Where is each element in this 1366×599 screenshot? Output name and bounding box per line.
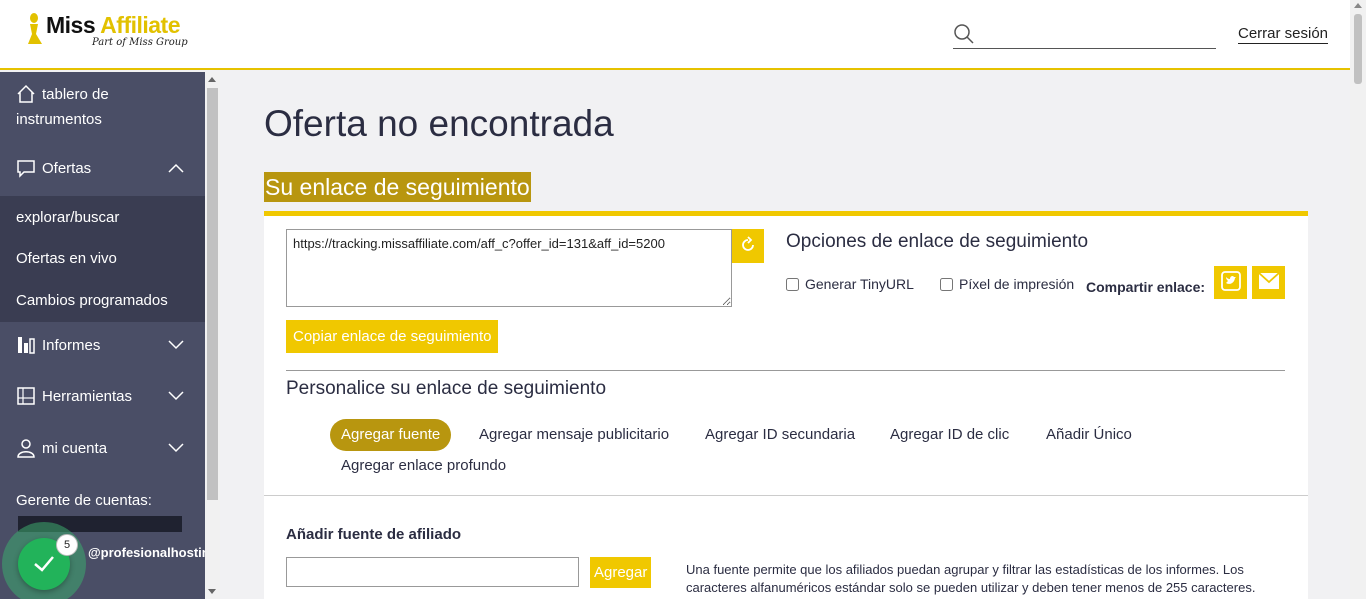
sidebar-item-label: mi cuenta (42, 440, 108, 457)
tab-add-deep-link[interactable]: Agregar enlace profundo (341, 450, 506, 482)
sidebar-item-offers[interactable]: Ofertas (0, 158, 205, 182)
customize-link-title: Personalice su enlace de seguimiento (286, 378, 607, 399)
copy-tracking-link-button[interactable]: Copiar enlace de seguimiento (286, 320, 499, 353)
account-manager-label: Gerente de cuentas: (16, 492, 152, 509)
scroll-down-arrow-icon[interactable] (208, 589, 216, 594)
page-scrollbar[interactable] (1350, 0, 1366, 599)
envelope-icon (1257, 272, 1280, 289)
chevron-down-icon (168, 443, 184, 453)
checkmark-icon (34, 556, 54, 572)
share-twitter-button[interactable] (1214, 266, 1247, 299)
top-header: Miss Affiliate Part of Miss Group Cerrar… (0, 0, 1350, 70)
page-scroll-thumb[interactable] (1354, 14, 1362, 84)
affiliate-source-label: Añadir fuente de afiliado (286, 526, 462, 543)
scroll-up-arrow-icon[interactable] (208, 77, 216, 82)
scroll-up-arrow-icon[interactable] (1354, 3, 1362, 8)
sidebar-item-label: tablero de (42, 86, 109, 103)
refresh-icon (742, 235, 754, 251)
impression-pixel-option[interactable]: Píxel de impresión (940, 276, 1074, 292)
affiliate-source-input[interactable] (286, 557, 579, 587)
tab-add-ad-message[interactable]: Agregar mensaje publicitario (479, 419, 669, 451)
bar-chart-icon (18, 337, 35, 354)
tinyurl-option[interactable]: Generar TinyURL (786, 276, 914, 292)
impression-pixel-label: Píxel de impresión (959, 276, 1075, 292)
sidebar-item-label: Ofertas (42, 160, 92, 177)
chevron-down-icon (168, 391, 184, 401)
notification-count-badge: 5 (56, 534, 78, 556)
tab-add-click-id[interactable]: Agregar ID de clic (890, 419, 1009, 451)
sidebar-subitem-explore[interactable]: explorar/buscar (16, 209, 119, 226)
sidebar-subitem-live-offers[interactable]: Ofertas en vivo (16, 250, 117, 267)
add-source-button[interactable]: Agregar (590, 557, 652, 588)
tracking-link-card: https://tracking.missaffiliate.com/aff_c… (264, 211, 1308, 599)
tab-add-secondary-id[interactable]: Agregar ID secundaria (705, 419, 855, 451)
link-options-title: Opciones de enlace de seguimiento (786, 231, 1089, 252)
home-icon (17, 84, 35, 103)
options-divider (286, 370, 1285, 371)
sidebar-item-dashboard[interactable]: tablero de instrumentos (0, 84, 205, 132)
sidebar-item-reports[interactable]: Informes (0, 335, 205, 359)
notification-widget[interactable]: 5 (2, 522, 86, 599)
sidebar-item-label: Herramientas (42, 388, 133, 405)
sidebar-item-label: instrumentos (16, 111, 102, 128)
share-link-label: Compartir enlace: (1086, 279, 1206, 295)
page-title: Oferta no encontrada (264, 103, 614, 144)
tinyurl-label: Generar TinyURL (805, 276, 914, 292)
logo-wordmark: Miss Affiliate (46, 12, 181, 38)
logo-figure-icon (28, 13, 42, 44)
sidebar-subitem-scheduled-changes[interactable]: Cambios programados (16, 292, 168, 309)
impression-pixel-checkbox[interactable] (940, 277, 953, 291)
tinyurl-checkbox[interactable] (786, 277, 799, 291)
twitter-icon (1220, 271, 1241, 291)
tab-add-unique[interactable]: Añadir Único (1046, 419, 1132, 451)
refresh-link-button[interactable] (732, 229, 764, 263)
account-manager-email[interactable]: @profesionalhostin (88, 545, 205, 560)
chat-bubble-icon (17, 160, 35, 178)
sidebar-scrollbar[interactable] (205, 72, 220, 599)
sidebar: tablero de instrumentos Ofertas explorar… (0, 72, 205, 599)
sidebar-item-tools[interactable]: Herramientas (0, 386, 205, 410)
sidebar-item-account[interactable]: mi cuenta (0, 438, 205, 462)
offers-submenu: explorar/buscar Ofertas en vivo Cambios … (0, 196, 205, 322)
sidebar-scroll-thumb[interactable] (207, 88, 218, 500)
search-icon[interactable] (953, 23, 975, 45)
source-help-text: Una fuente permite que los afiliados pue… (686, 562, 1256, 595)
tracking-link-textarea[interactable]: https://tracking.missaffiliate.com/aff_c… (286, 229, 732, 307)
tools-grid-icon (17, 387, 35, 405)
chevron-up-icon (168, 163, 184, 173)
user-icon (17, 439, 35, 458)
section-title: Su enlace de seguimiento (264, 172, 531, 202)
search-input[interactable] (981, 22, 1211, 46)
miss-affiliate-logo[interactable]: Miss Affiliate Part of Miss Group (24, 8, 194, 56)
logo-tagline: Part of Miss Group (92, 37, 188, 48)
sidebar-item-label: Informes (42, 337, 101, 354)
chevron-down-icon (168, 340, 184, 350)
logout-link[interactable]: Cerrar sesión (1238, 25, 1329, 44)
tab-add-source[interactable]: Agregar fuente (330, 419, 452, 451)
search-bar (953, 20, 1216, 49)
share-email-button[interactable] (1252, 266, 1285, 299)
card-section-divider (264, 495, 1308, 496)
